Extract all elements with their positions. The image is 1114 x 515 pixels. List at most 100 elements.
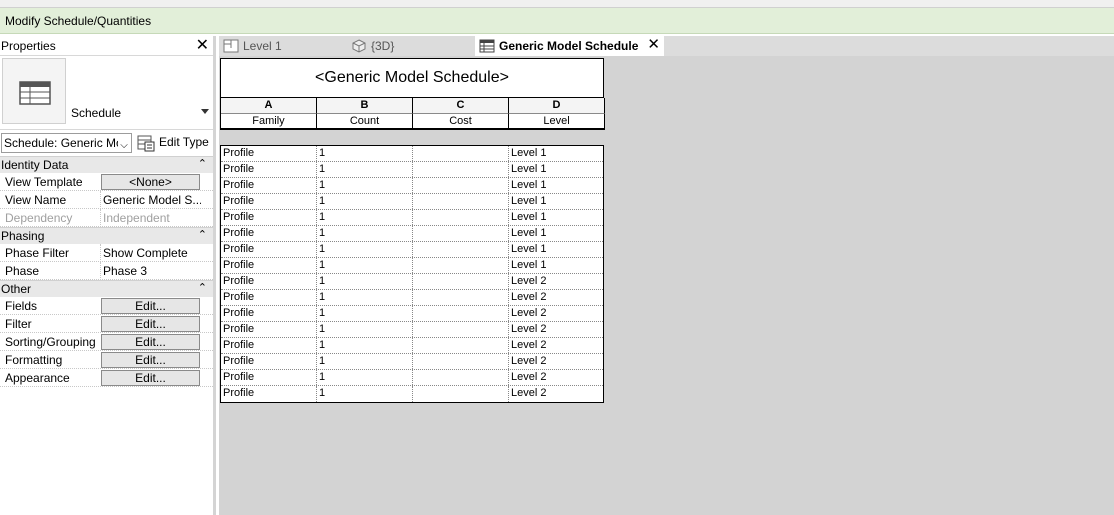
cell-count[interactable]: 1 bbox=[317, 306, 413, 321]
cell-count[interactable]: 1 bbox=[317, 194, 413, 209]
appearance-edit-button[interactable]: Edit... bbox=[101, 370, 200, 386]
cell-count[interactable]: 1 bbox=[317, 386, 413, 402]
cell-count[interactable]: 1 bbox=[317, 290, 413, 305]
contextual-ribbon-tab[interactable]: Modify Schedule/Quantities bbox=[0, 8, 1114, 34]
cell-family[interactable]: Profile bbox=[221, 194, 317, 209]
filter-edit-button[interactable]: Edit... bbox=[101, 316, 200, 332]
cell-cost[interactable] bbox=[413, 162, 509, 177]
column-letter-b[interactable]: B bbox=[317, 98, 413, 114]
column-header-level[interactable]: Level bbox=[509, 114, 605, 130]
cell-family[interactable]: Profile bbox=[221, 162, 317, 177]
cell-level[interactable]: Level 2 bbox=[509, 386, 605, 402]
column-header-cost[interactable]: Cost bbox=[413, 114, 509, 130]
cell-family[interactable]: Profile bbox=[221, 290, 317, 305]
cell-count[interactable]: 1 bbox=[317, 370, 413, 385]
cell-count[interactable]: 1 bbox=[317, 322, 413, 337]
type-selector[interactable]: Schedule bbox=[0, 56, 213, 130]
column-header-family[interactable]: Family bbox=[221, 114, 317, 130]
cell-family[interactable]: Profile bbox=[221, 338, 317, 353]
view-name-field[interactable]: Generic Model S... bbox=[100, 191, 201, 209]
cell-cost[interactable] bbox=[413, 258, 509, 273]
column-letter-d[interactable]: D bbox=[509, 98, 605, 114]
cell-family[interactable]: Profile bbox=[221, 370, 317, 385]
cell-cost[interactable] bbox=[413, 370, 509, 385]
group-identity-data[interactable]: Identity Data ⌃ bbox=[0, 156, 213, 173]
cell-count[interactable]: 1 bbox=[317, 178, 413, 193]
cell-cost[interactable] bbox=[413, 338, 509, 353]
cell-count[interactable]: 1 bbox=[317, 242, 413, 257]
cell-level[interactable]: Level 2 bbox=[509, 338, 605, 353]
sorting-grouping-edit-button[interactable]: Edit... bbox=[101, 334, 200, 350]
cell-level[interactable]: Level 1 bbox=[509, 242, 605, 257]
cell-count[interactable]: 1 bbox=[317, 258, 413, 273]
cell-cost[interactable] bbox=[413, 242, 509, 257]
chevron-down-icon[interactable] bbox=[201, 109, 209, 114]
cell-count[interactable]: 1 bbox=[317, 210, 413, 225]
phase-field[interactable]: Phase 3 bbox=[100, 262, 201, 280]
cell-level[interactable]: Level 1 bbox=[509, 178, 605, 193]
cell-cost[interactable] bbox=[413, 354, 509, 369]
cell-cost[interactable] bbox=[413, 226, 509, 241]
cell-cost[interactable] bbox=[413, 306, 509, 321]
cell-level[interactable]: Level 2 bbox=[509, 290, 605, 305]
cell-level[interactable]: Level 2 bbox=[509, 354, 605, 369]
column-letter-a[interactable]: A bbox=[221, 98, 317, 114]
formatting-edit-button[interactable]: Edit... bbox=[101, 352, 200, 368]
collapse-icon[interactable]: ⌃ bbox=[198, 228, 207, 241]
cell-level[interactable]: Level 2 bbox=[509, 274, 605, 289]
schedule-title[interactable]: <Generic Model Schedule> bbox=[220, 58, 604, 98]
cell-family[interactable]: Profile bbox=[221, 146, 317, 161]
cell-level[interactable]: Level 1 bbox=[509, 226, 605, 241]
cell-level[interactable]: Level 1 bbox=[509, 210, 605, 225]
cell-family[interactable]: Profile bbox=[221, 226, 317, 241]
cell-family[interactable]: Profile bbox=[221, 322, 317, 337]
cell-level[interactable]: Level 1 bbox=[509, 194, 605, 209]
close-icon[interactable]: ✕ bbox=[196, 35, 209, 55]
cell-cost[interactable] bbox=[413, 146, 509, 161]
group-phasing[interactable]: Phasing ⌃ bbox=[0, 227, 213, 244]
tab-generic-model-schedule[interactable]: Generic Model Schedule ✕ bbox=[475, 36, 664, 56]
cell-count[interactable]: 1 bbox=[317, 146, 413, 161]
cell-family[interactable]: Profile bbox=[221, 178, 317, 193]
cell-count[interactable]: 1 bbox=[317, 274, 413, 289]
phase-filter-field[interactable]: Show Complete bbox=[100, 244, 201, 262]
cell-level[interactable]: Level 1 bbox=[509, 162, 605, 177]
collapse-icon[interactable]: ⌃ bbox=[198, 157, 207, 170]
cell-cost[interactable] bbox=[413, 274, 509, 289]
cell-level[interactable]: Level 1 bbox=[509, 146, 605, 161]
column-letter-c[interactable]: C bbox=[413, 98, 509, 114]
instance-select-value: Schedule: Generic Mo bbox=[4, 136, 123, 150]
cell-family[interactable]: Profile bbox=[221, 242, 317, 257]
group-other[interactable]: Other ⌃ bbox=[0, 280, 213, 297]
cell-level[interactable]: Level 2 bbox=[509, 322, 605, 337]
cell-family[interactable]: Profile bbox=[221, 354, 317, 369]
cell-family[interactable]: Profile bbox=[221, 274, 317, 289]
column-header-count[interactable]: Count bbox=[317, 114, 413, 130]
collapse-icon[interactable]: ⌃ bbox=[198, 281, 207, 294]
instance-select[interactable]: Schedule: Generic Mo ⌵ bbox=[1, 133, 132, 153]
tab-3d[interactable]: {3D} bbox=[347, 36, 473, 56]
cell-cost[interactable] bbox=[413, 210, 509, 225]
cell-count[interactable]: 1 bbox=[317, 162, 413, 177]
cell-level[interactable]: Level 1 bbox=[509, 258, 605, 273]
cell-family[interactable]: Profile bbox=[221, 258, 317, 273]
tab-level-1[interactable]: Level 1 bbox=[219, 36, 343, 56]
close-icon[interactable]: ✕ bbox=[647, 35, 660, 53]
cell-count[interactable]: 1 bbox=[317, 226, 413, 241]
cell-cost[interactable] bbox=[413, 322, 509, 337]
cell-cost[interactable] bbox=[413, 290, 509, 305]
cell-family[interactable]: Profile bbox=[221, 306, 317, 321]
cell-level[interactable]: Level 2 bbox=[509, 306, 605, 321]
cell-family[interactable]: Profile bbox=[221, 386, 317, 402]
cell-count[interactable]: 1 bbox=[317, 338, 413, 353]
cell-cost[interactable] bbox=[413, 178, 509, 193]
cell-cost[interactable] bbox=[413, 194, 509, 209]
cell-level[interactable]: Level 2 bbox=[509, 370, 605, 385]
cell-cost[interactable] bbox=[413, 386, 509, 402]
cell-count[interactable]: 1 bbox=[317, 354, 413, 369]
cell-family[interactable]: Profile bbox=[221, 210, 317, 225]
view-template-button[interactable]: <None> bbox=[101, 174, 200, 190]
prop-name: Appearance bbox=[5, 371, 70, 385]
fields-edit-button[interactable]: Edit... bbox=[101, 298, 200, 314]
edit-type-button[interactable]: Edit Type bbox=[137, 133, 209, 153]
